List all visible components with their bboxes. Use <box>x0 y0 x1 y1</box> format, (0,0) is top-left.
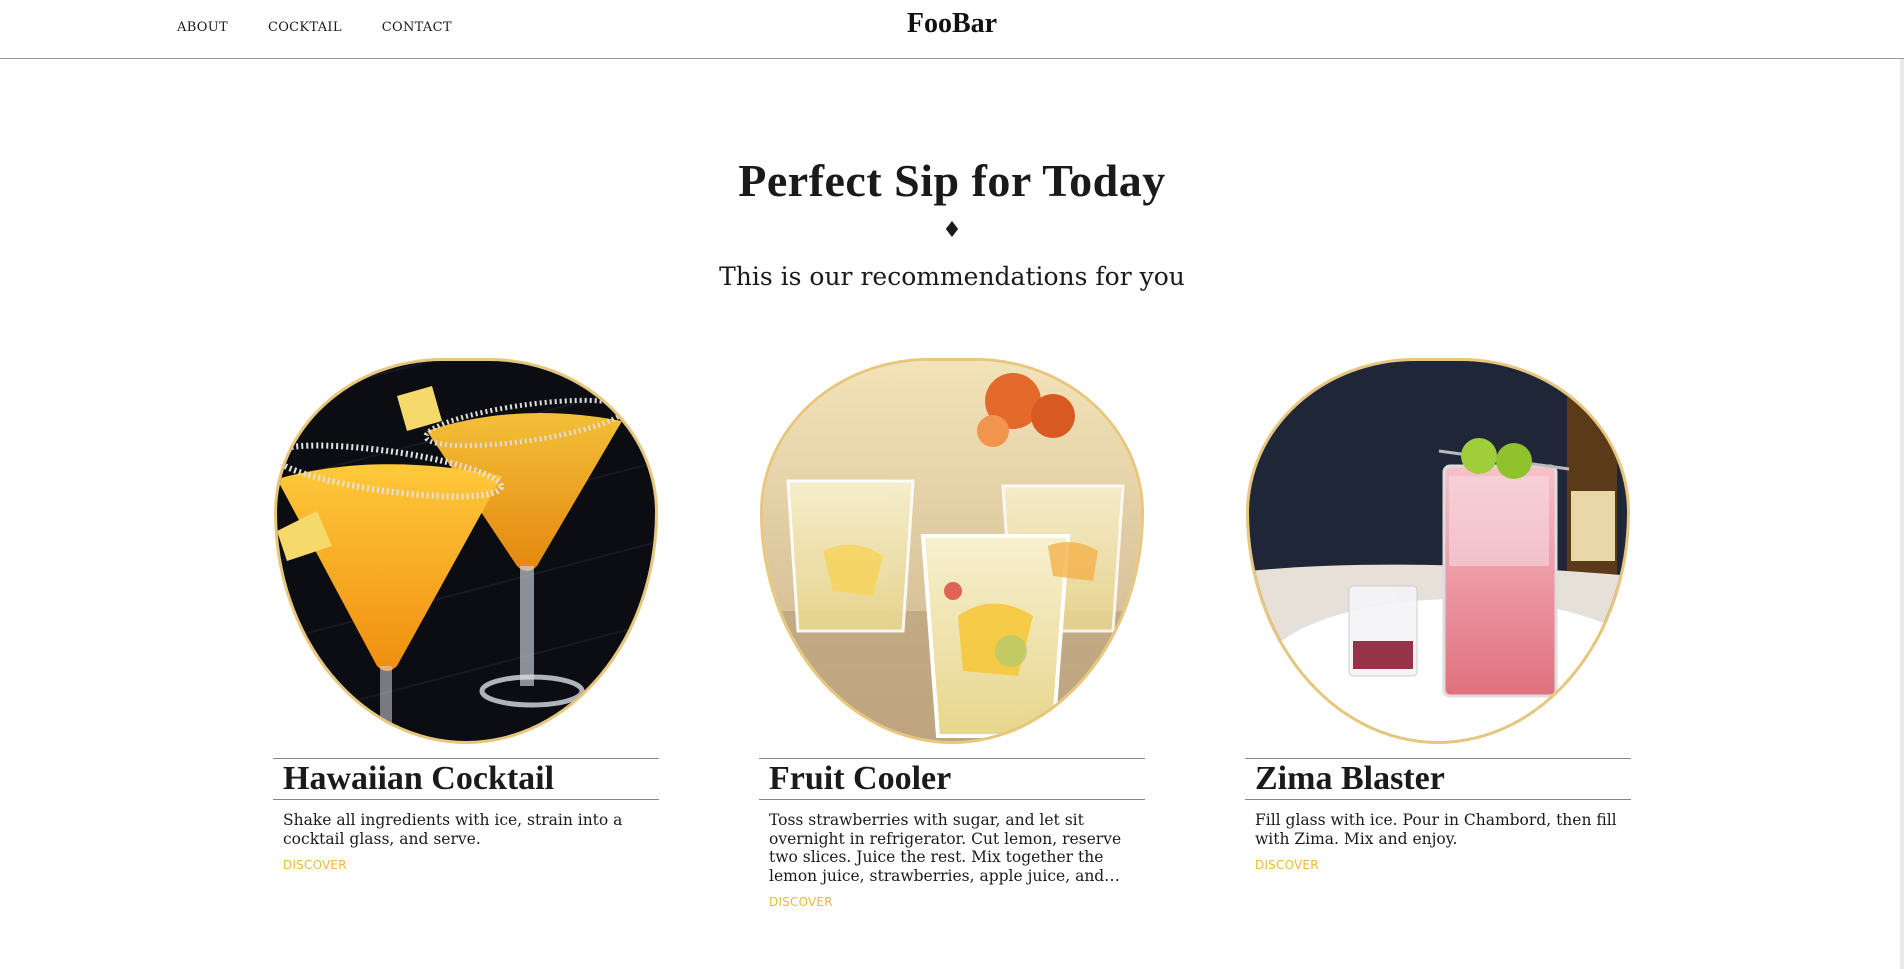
card-title: Hawaiian Cocktail <box>283 760 555 797</box>
top-navbar: ABOUT COCKTAIL CONTACT FooBar <box>0 0 1904 59</box>
cocktail-card-hawaiian: Hawaiian Cocktail Shake all ingredients … <box>273 358 659 873</box>
brand-logo[interactable]: FooBar <box>907 8 997 39</box>
cocktail-card-fruit-cooler: Fruit Cooler Toss strawberries with suga… <box>759 358 1145 910</box>
card-description: Fill glass with ice. Pour in Chambord, t… <box>1255 811 1617 848</box>
card-title: Zima Blaster <box>1255 760 1445 797</box>
main-nav: ABOUT COCKTAIL CONTACT <box>177 20 452 35</box>
fruit-cooler-image[interactable] <box>760 358 1144 744</box>
nav-about-link[interactable]: ABOUT <box>177 20 228 35</box>
section-title: Perfect Sip for Today <box>738 155 1166 206</box>
hawaiian-cocktail-image[interactable] <box>274 358 658 744</box>
nav-contact-link[interactable]: CONTACT <box>382 20 452 35</box>
hawaiian-cocktail-photo <box>277 361 655 741</box>
card-divider-bottom <box>1245 799 1631 800</box>
fruit-cooler-photo <box>763 361 1141 741</box>
zima-blaster-image[interactable] <box>1246 358 1630 744</box>
discover-link[interactable]: DISCOVER <box>1255 858 1319 872</box>
card-divider-bottom <box>273 799 659 800</box>
section-subtitle: This is our recommendations for you <box>719 262 1185 291</box>
discover-link[interactable]: DISCOVER <box>769 895 833 909</box>
discover-link[interactable]: DISCOVER <box>283 858 347 872</box>
diamond-ornament-icon: ♦ <box>942 218 962 243</box>
nav-cocktail-link[interactable]: COCKTAIL <box>268 20 342 35</box>
card-description: Toss strawberries with sugar, and let si… <box>769 811 1122 885</box>
card-divider-bottom <box>759 799 1145 800</box>
card-title: Fruit Cooler <box>769 760 952 797</box>
cocktail-card-zima-blaster: Zima Blaster Fill glass with ice. Pour i… <box>1245 358 1631 873</box>
zima-blaster-photo <box>1249 361 1627 741</box>
card-description: Shake all ingredients with ice, strain i… <box>283 811 623 848</box>
